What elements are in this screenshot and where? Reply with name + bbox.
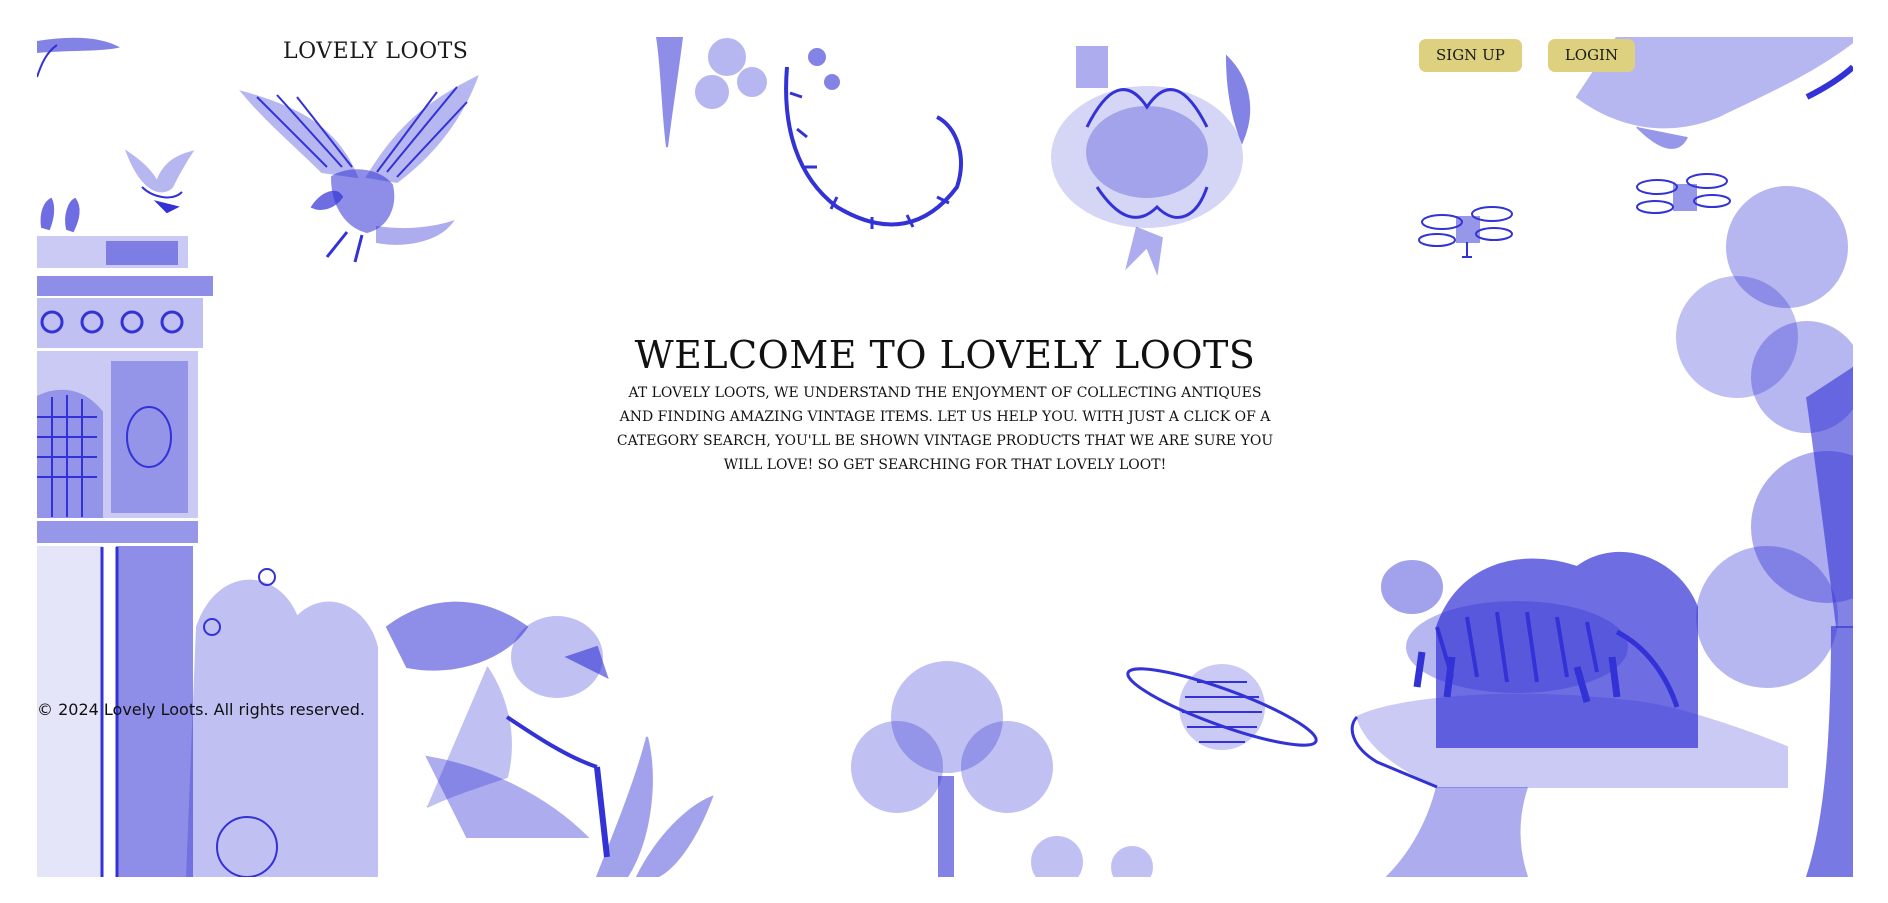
peony-icon — [1051, 46, 1251, 276]
eagle-icon — [239, 74, 479, 263]
welcome-title: WELCOME TO LOVELY LOOTS — [634, 333, 1256, 377]
corner-leaf-icon — [37, 37, 121, 78]
tree-icon — [851, 661, 1153, 877]
welcome-text: AT LOVELY LOOTS, WE UNDERSTAND THE ENJOY… — [616, 385, 1274, 473]
drone-icon — [1418, 206, 1513, 258]
page: LOVELY LOOTS SIGN UP LOGIN WELCOME TO LO… — [0, 0, 1888, 903]
hero-section: LOVELY LOOTS SIGN UP LOGIN WELCOME TO LO… — [37, 37, 1853, 877]
pigeons-icon — [40, 197, 80, 233]
signup-button[interactable]: SIGN UP — [1419, 39, 1522, 72]
drone-icon — [1636, 173, 1731, 214]
vine-icon — [655, 37, 963, 229]
login-button[interactable]: LOGIN — [1547, 39, 1636, 72]
site-logo[interactable]: LOVELY LOOTS — [283, 39, 468, 64]
leaf-icon — [595, 736, 714, 877]
planet-icon — [1126, 664, 1318, 750]
footer-copyright: © 2024 Lovely Loots. All rights reserved… — [37, 700, 365, 719]
welcome-section: WELCOME TO LOVELY LOOTS AT LOVELY LOOTS,… — [577, 333, 1313, 477]
arch-icon — [37, 236, 213, 877]
cyclist-icon — [385, 601, 610, 858]
dove-icon — [124, 149, 195, 214]
rock-icon — [1350, 693, 1788, 877]
shrub-icon — [185, 568, 378, 877]
auth-buttons: SIGN UP LOGIN — [1419, 39, 1636, 72]
